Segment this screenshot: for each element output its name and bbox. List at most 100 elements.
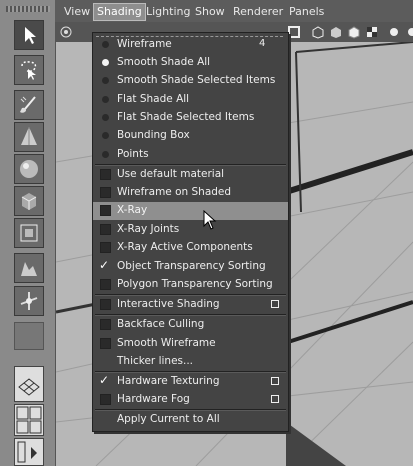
menu-item-label: Smooth Wireframe	[117, 337, 216, 349]
menu-item-label: Interactive Shading	[117, 298, 220, 310]
option-box-icon[interactable]	[271, 300, 279, 308]
menu-item-use-default-material[interactable]: Use default material	[93, 166, 288, 184]
toolbox	[0, 0, 56, 466]
menu-item-hardware-texturing[interactable]: ✓ Hardware Texturing	[93, 373, 288, 391]
checkbox	[100, 242, 111, 253]
soft-mod-tool-button[interactable]	[14, 253, 44, 283]
menu-item-flat-shade-all[interactable]: Flat Shade All	[93, 91, 288, 109]
light-icon[interactable]	[387, 25, 401, 39]
soft-mod-icon	[21, 262, 37, 276]
single-perspective-layout-button[interactable]	[14, 366, 44, 402]
menu-item-label: Points	[117, 148, 149, 160]
checkmark-icon: ✓	[99, 258, 110, 272]
radio-indicator	[102, 132, 109, 139]
menu-item-label: X-Ray Active Components	[117, 241, 253, 253]
radio-indicator	[102, 151, 109, 158]
radio-indicator-selected	[102, 59, 109, 66]
wireframe-cube-icon[interactable]	[311, 25, 325, 39]
option-box-icon[interactable]	[271, 377, 279, 385]
menu-item-x-ray[interactable]: X-Ray	[93, 202, 288, 220]
menu-renderer[interactable]: Renderer	[230, 4, 286, 20]
radio-indicator	[102, 41, 109, 48]
outliner-icon	[17, 441, 37, 463]
perspective-view-icon	[18, 378, 40, 396]
menu-item-label: Use default material	[117, 168, 225, 180]
brush-icon	[20, 96, 36, 113]
menu-item-label: Flat Shade Selected Items	[117, 111, 255, 123]
menu-item-label: Thicker lines...	[117, 355, 194, 367]
menu-item-polygon-transparency-sorting[interactable]: Polygon Transparency Sorting	[93, 276, 288, 294]
checkbox	[100, 187, 111, 198]
manipulator-cube-icon	[20, 224, 38, 242]
menu-lighting[interactable]: Lighting	[143, 4, 193, 20]
texture-icon[interactable]	[287, 25, 301, 39]
manipulator-icon	[20, 292, 38, 310]
mouse-cursor-icon	[203, 210, 217, 230]
checkbox	[100, 224, 111, 235]
menu-item-x-ray-active-components[interactable]: X-Ray Active Components	[93, 239, 288, 257]
cube-icon	[21, 193, 37, 210]
menu-item-smooth-shade-selected[interactable]: Smooth Shade Selected Items	[93, 72, 288, 90]
move-tool-button[interactable]	[14, 122, 44, 152]
menu-item-flat-shade-selected[interactable]: Flat Shade Selected Items	[93, 109, 288, 127]
select-tool-button[interactable]	[14, 20, 44, 50]
checkmark-icon: ✓	[99, 373, 110, 387]
four-view-icon	[16, 406, 42, 434]
checkbox	[100, 279, 111, 290]
radio-indicator	[102, 96, 109, 103]
menu-item-wireframe[interactable]: Wireframe 4	[93, 36, 288, 54]
universal-manipulator-button[interactable]	[14, 218, 44, 248]
menu-item-label: Flat Shade All	[117, 93, 190, 105]
menu-view[interactable]: View	[61, 4, 93, 20]
checkbox	[100, 169, 111, 180]
arrow-icon	[25, 27, 36, 44]
menu-item-object-transparency-sorting[interactable]: ✓ Object Transparency Sorting	[93, 258, 288, 276]
menu-item-wireframe-on-shaded[interactable]: Wireframe on Shaded	[93, 184, 288, 202]
menu-item-points[interactable]: Points	[93, 146, 288, 164]
menu-item-label: Apply Current to All	[117, 413, 220, 425]
shaded-cube-icon[interactable]	[347, 25, 361, 39]
menu-item-label: Smooth Shade Selected Items	[117, 74, 276, 86]
outliner-layout-button[interactable]	[14, 438, 44, 466]
menu-item-x-ray-joints[interactable]: X-Ray Joints	[93, 221, 288, 239]
checkbox	[100, 299, 111, 310]
menu-item-interactive-shading[interactable]: Interactive Shading	[93, 296, 288, 314]
menu-item-smooth-wireframe[interactable]: Smooth Wireframe	[93, 335, 288, 353]
checker-cube-icon[interactable]	[365, 25, 379, 39]
menu-item-label: Hardware Texturing	[117, 375, 220, 387]
menu-item-smooth-shade-all[interactable]: Smooth Shade All	[93, 54, 288, 72]
maya-window: View Shading Lighting Show Renderer Pane…	[0, 0, 413, 466]
camera-icon[interactable]	[59, 25, 73, 39]
four-view-layout-button[interactable]	[14, 404, 44, 436]
menu-item-label: Wireframe on Shaded	[117, 186, 232, 198]
checkbox	[100, 205, 111, 216]
lights-icon[interactable]	[405, 25, 413, 39]
menu-show[interactable]: Show	[192, 4, 228, 20]
menu-item-label: Backface Culling	[117, 318, 205, 330]
smooth-shade-cube-icon[interactable]	[329, 25, 343, 39]
show-manipulator-button[interactable]	[14, 286, 44, 316]
scale-tool-button[interactable]	[14, 186, 44, 216]
menu-item-backface-culling[interactable]: Backface Culling	[93, 316, 288, 334]
menu-item-thicker-lines[interactable]: Thicker lines...	[93, 353, 288, 371]
panel-menu-bar: View Shading Lighting Show Renderer Pane…	[55, 0, 413, 22]
menu-item-bounding-box[interactable]: Bounding Box	[93, 127, 288, 145]
radio-indicator	[102, 77, 109, 84]
menu-item-label: Smooth Shade All	[117, 56, 211, 68]
menu-shading[interactable]: Shading	[93, 3, 146, 21]
sphere-icon	[20, 160, 38, 178]
option-box-icon[interactable]	[271, 395, 279, 403]
paint-select-tool-button[interactable]	[14, 90, 44, 120]
rotate-tool-button[interactable]	[14, 154, 44, 184]
toolbox-grip[interactable]	[6, 6, 50, 12]
menu-panels[interactable]: Panels	[286, 4, 327, 20]
lasso-tool-button[interactable]	[14, 55, 44, 85]
menu-item-label: Wireframe	[117, 38, 172, 50]
last-tool-slot[interactable]	[14, 322, 44, 350]
menu-item-label: Bounding Box	[117, 129, 190, 141]
menu-item-apply-current-to-all[interactable]: Apply Current to All	[93, 411, 288, 429]
menu-item-hardware-fog[interactable]: Hardware Fog	[93, 391, 288, 409]
menu-item-label: Object Transparency Sorting	[117, 260, 266, 272]
menu-item-label: X-Ray Joints	[117, 223, 180, 235]
radio-indicator	[102, 114, 109, 121]
